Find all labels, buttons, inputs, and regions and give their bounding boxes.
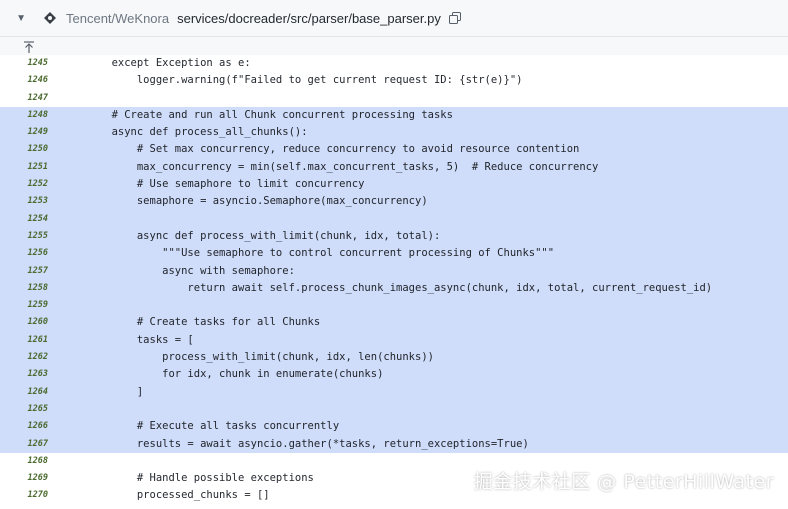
line-code: max_concurrency = min(self.max_concurren… — [61, 160, 599, 173]
line-number[interactable]: 1251 — [0, 159, 48, 176]
code-line: 1267 results = await asyncio.gather(*tas… — [0, 435, 788, 453]
line-number[interactable]: 1259 — [0, 297, 48, 314]
line-code: processed_chunks = [] — [61, 489, 270, 502]
line-code: async with semaphore: — [61, 264, 295, 277]
code-line: 1252 # Use semaphore to limit concurrenc… — [0, 176, 788, 194]
line-code: process_with_limit(chunk, idx, len(chunk… — [61, 351, 434, 364]
line-number[interactable]: 1258 — [0, 280, 48, 297]
line-code: # Handle possible exceptions — [61, 472, 314, 485]
code-line: 1261 tasks = [ — [0, 331, 788, 350]
file-path[interactable]: services/docreader/src/parser/base_parse… — [177, 11, 441, 26]
code-line: 1258 return await self.process_chunk_ima… — [0, 279, 788, 298]
line-code: async def process_with_limit(chunk, idx,… — [61, 229, 441, 242]
code-block: 1245 except Exception as e: 1246 logger.w… — [0, 55, 788, 505]
repo-name[interactable]: Tencent/WeKnora — [66, 11, 169, 26]
line-number[interactable]: 1266 — [0, 418, 48, 435]
code-line: 1247 — [0, 90, 788, 107]
code-viewer: ▼ Tencent/WeKnora services/docreader/src… — [0, 0, 788, 509]
code-line: 1254 — [0, 210, 788, 228]
line-number[interactable]: 1262 — [0, 349, 48, 366]
line-number[interactable]: 1250 — [0, 141, 48, 158]
line-number[interactable]: 1257 — [0, 263, 48, 280]
code-line: 1253 semaphore = asyncio.Semaphore(max_c… — [0, 193, 788, 211]
line-number[interactable]: 1263 — [0, 366, 48, 383]
line-code: logger.warning(f"Failed to get current r… — [61, 74, 523, 87]
line-code: return await self.process_chunk_images_a… — [61, 281, 713, 294]
line-code: except Exception as e: — [61, 57, 251, 69]
line-code: semaphore = asyncio.Semaphore(max_concur… — [61, 195, 428, 208]
line-code: # Use semaphore to limit concurrency — [61, 178, 365, 191]
repo-icon — [38, 11, 62, 25]
code-line: 1248 # Create and run all Chunk concurre… — [0, 106, 788, 125]
code-line: 1251 max_concurrency = min(self.max_conc… — [0, 158, 788, 177]
line-number[interactable]: 1261 — [0, 332, 48, 349]
code-line: 1256 """Use semaphore to control concurr… — [0, 245, 788, 263]
caret-down-icon[interactable]: ▼ — [8, 13, 26, 24]
code-line: 1246 logger.warning(f"Failed to get curr… — [0, 72, 788, 89]
line-code: tasks = [ — [61, 333, 194, 346]
line-code: # Create tasks for all Chunks — [61, 316, 321, 329]
line-number[interactable]: 1269 — [0, 470, 48, 487]
line-code: # Set max concurrency, reduce concurrenc… — [61, 143, 580, 156]
watermark: 掘金技术社区 @ PetterHillWater — [473, 471, 774, 493]
line-number[interactable]: 1254 — [0, 211, 48, 228]
line-number[interactable]: 1253 — [0, 193, 48, 210]
line-code: for idx, chunk in enumerate(chunks) — [61, 368, 384, 381]
code-line: 1249 async def process_all_chunks(): — [0, 124, 788, 142]
line-number[interactable]: 1249 — [0, 124, 48, 141]
line-code: """Use semaphore to control concurrent p… — [61, 247, 555, 260]
line-number[interactable]: 1267 — [0, 436, 48, 453]
line-number[interactable]: 1268 — [0, 453, 48, 470]
line-code: # Execute all tasks concurrently — [61, 420, 340, 433]
line-code: results = await asyncio.gather(*tasks, r… — [61, 437, 529, 450]
line-number[interactable]: 1246 — [0, 72, 48, 89]
code-line: 1264 ] — [0, 383, 788, 401]
code-line: 1250 # Set max concurrency, reduce concu… — [0, 141, 788, 159]
code-line: 1260 # Create tasks for all Chunks — [0, 314, 788, 332]
code-line: 1245 except Exception as e: — [0, 55, 788, 72]
line-number[interactable]: 1256 — [0, 245, 48, 262]
file-header: ▼ Tencent/WeKnora services/docreader/src… — [0, 0, 788, 37]
line-number[interactable]: 1248 — [0, 107, 48, 124]
line-number[interactable]: 1252 — [0, 176, 48, 193]
line-number[interactable]: 1245 — [0, 55, 48, 72]
code-line: 1263 for idx, chunk in enumerate(chunks) — [0, 366, 788, 384]
code-line: 1259 — [0, 297, 788, 315]
code-line: 1257 async with semaphore: — [0, 262, 788, 280]
line-number[interactable]: 1270 — [0, 487, 48, 504]
code-line: 1266 # Execute all tasks concurrently — [0, 418, 788, 436]
line-number[interactable]: 1247 — [0, 90, 48, 107]
line-code: ] — [61, 385, 144, 398]
line-code: # Create and run all Chunk concurrent pr… — [61, 108, 453, 121]
copy-icon[interactable] — [448, 12, 461, 24]
line-number[interactable]: 1260 — [0, 314, 48, 331]
code-line: 1262 process_with_limit(chunk, idx, len(… — [0, 349, 788, 367]
code-line: 1265 — [0, 400, 788, 419]
line-number[interactable]: 1264 — [0, 384, 48, 401]
line-number[interactable]: 1265 — [0, 401, 48, 418]
line-code: async def process_all_chunks(): — [61, 126, 308, 139]
code-line: 1255 async def process_with_limit(chunk,… — [0, 227, 788, 246]
expand-lines-row[interactable] — [0, 37, 788, 55]
line-number[interactable]: 1255 — [0, 228, 48, 245]
